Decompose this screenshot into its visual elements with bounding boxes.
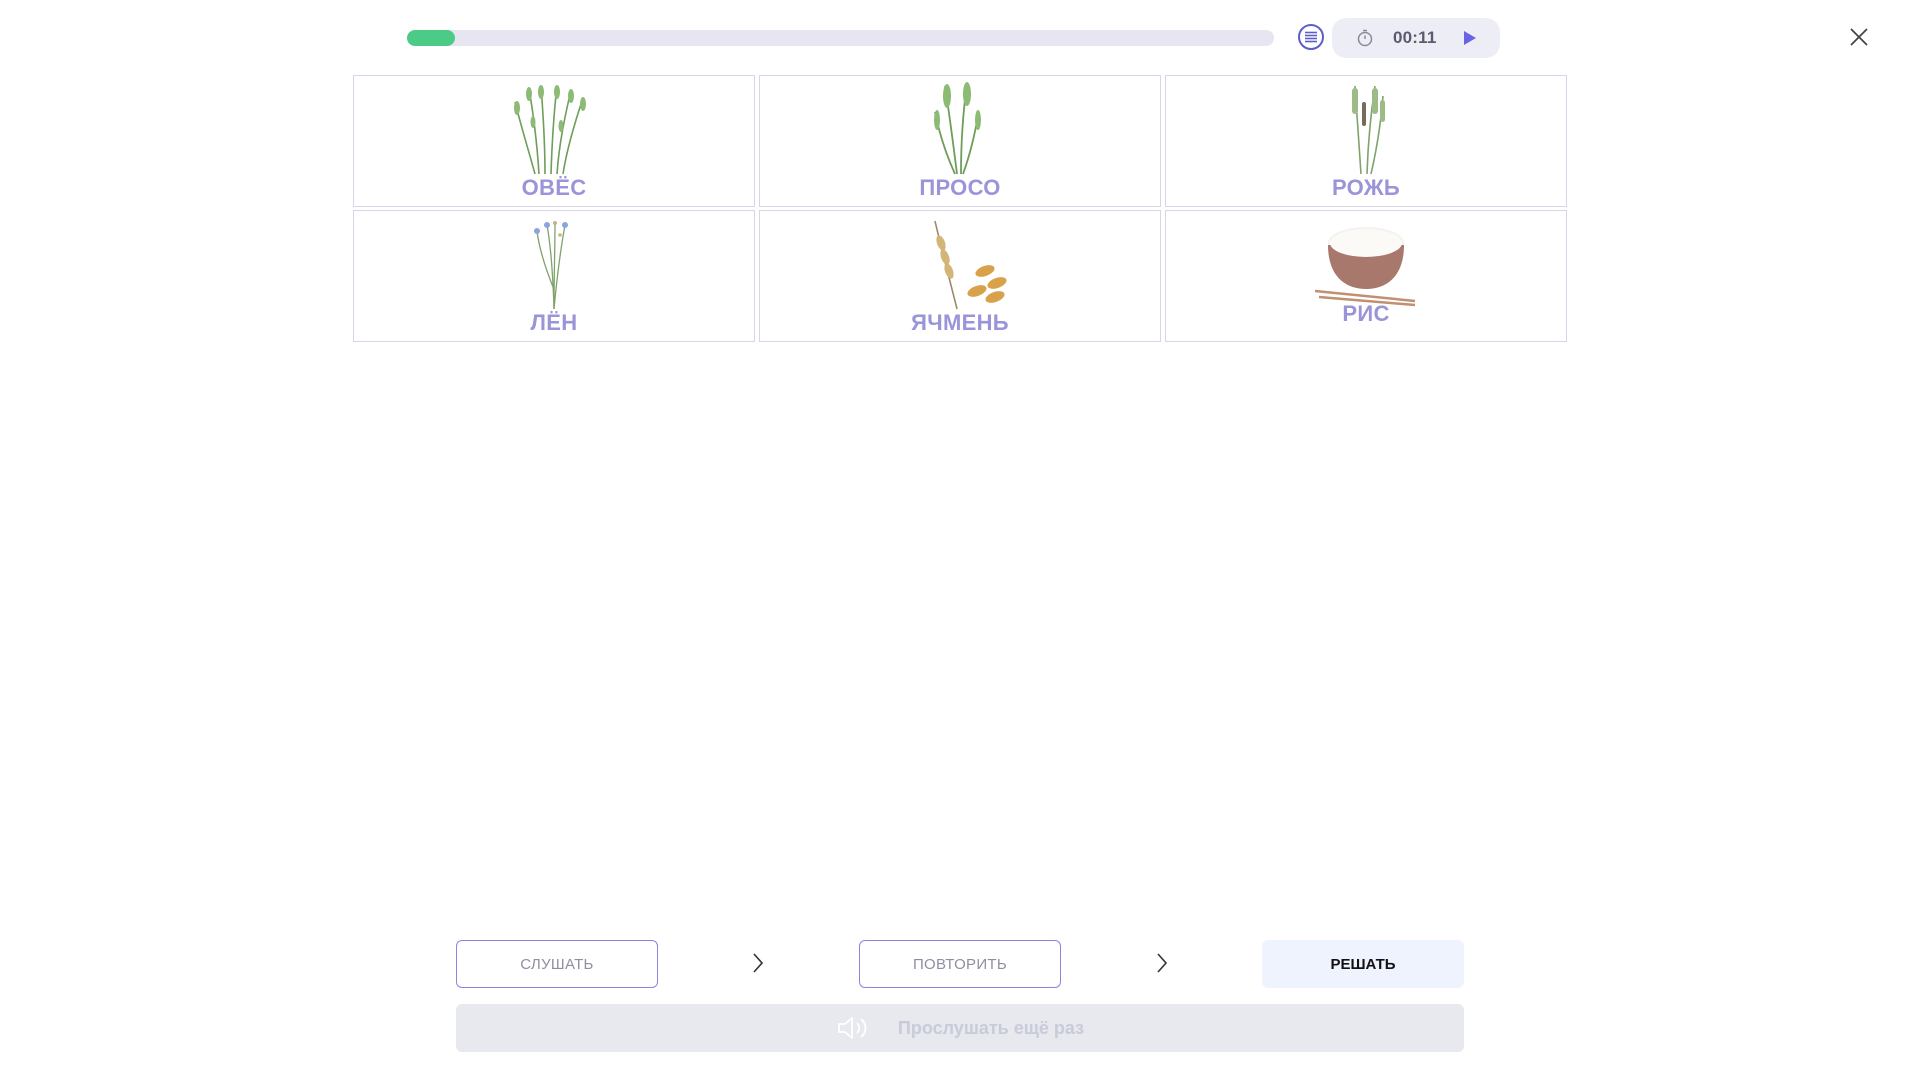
card-label: РОЖЬ (1331, 175, 1401, 200)
card-barley[interactable]: ЯЧМЕНЬ (759, 210, 1161, 342)
card-rice[interactable]: РИС (1165, 210, 1567, 342)
card-label: ПРОСО (919, 175, 1001, 200)
listen-again-label: Прослушать ещё раз (897, 1017, 1085, 1038)
listen-again-button[interactable]: Прослушать ещё раз (456, 1004, 1464, 1052)
repeat-button[interactable]: ПОВТОРИТЬ (859, 940, 1061, 988)
progress-bar (407, 30, 1274, 46)
solve-button[interactable]: РЕШАТЬ (1262, 940, 1464, 988)
card-flax[interactable]: ЛЁН (353, 210, 755, 342)
card-label: РИС (1342, 301, 1390, 326)
card-label: ЯЧМЕНЬ (911, 310, 1009, 335)
rice-bowl-image (1314, 227, 1416, 307)
timer: 00:11 (1332, 18, 1500, 58)
chevron-right-icon (1157, 953, 1168, 973)
card-oats[interactable]: ОВЁС (353, 75, 755, 207)
millet-plant-image (934, 82, 981, 175)
card-millet[interactable]: ПРОСО (759, 75, 1161, 207)
progress-fill (407, 30, 455, 46)
chevron-right-icon (753, 953, 764, 973)
oats-plant-image (514, 85, 586, 175)
card-label: ЛЁН (530, 310, 578, 335)
card-rye[interactable]: РОЖЬ (1165, 75, 1567, 207)
close-icon[interactable] (1846, 24, 1872, 50)
speaker-icon (838, 1017, 867, 1039)
answer-grid: ОВЁС ПРОСО РОЖЬ ЛЁН ЯЧМЕНЬ РИС (353, 75, 1568, 342)
card-label: ОВЁС (521, 175, 587, 200)
play-icon[interactable] (1460, 29, 1478, 47)
listen-button[interactable]: СЛУШАТЬ (456, 940, 658, 988)
barley-image (934, 220, 1007, 310)
stopwatch-icon (1357, 29, 1373, 47)
list-icon[interactable] (1298, 24, 1324, 50)
timer-value: 00:11 (1393, 28, 1437, 47)
flax-plant-image (534, 221, 568, 310)
rye-plant-image (1352, 85, 1385, 175)
